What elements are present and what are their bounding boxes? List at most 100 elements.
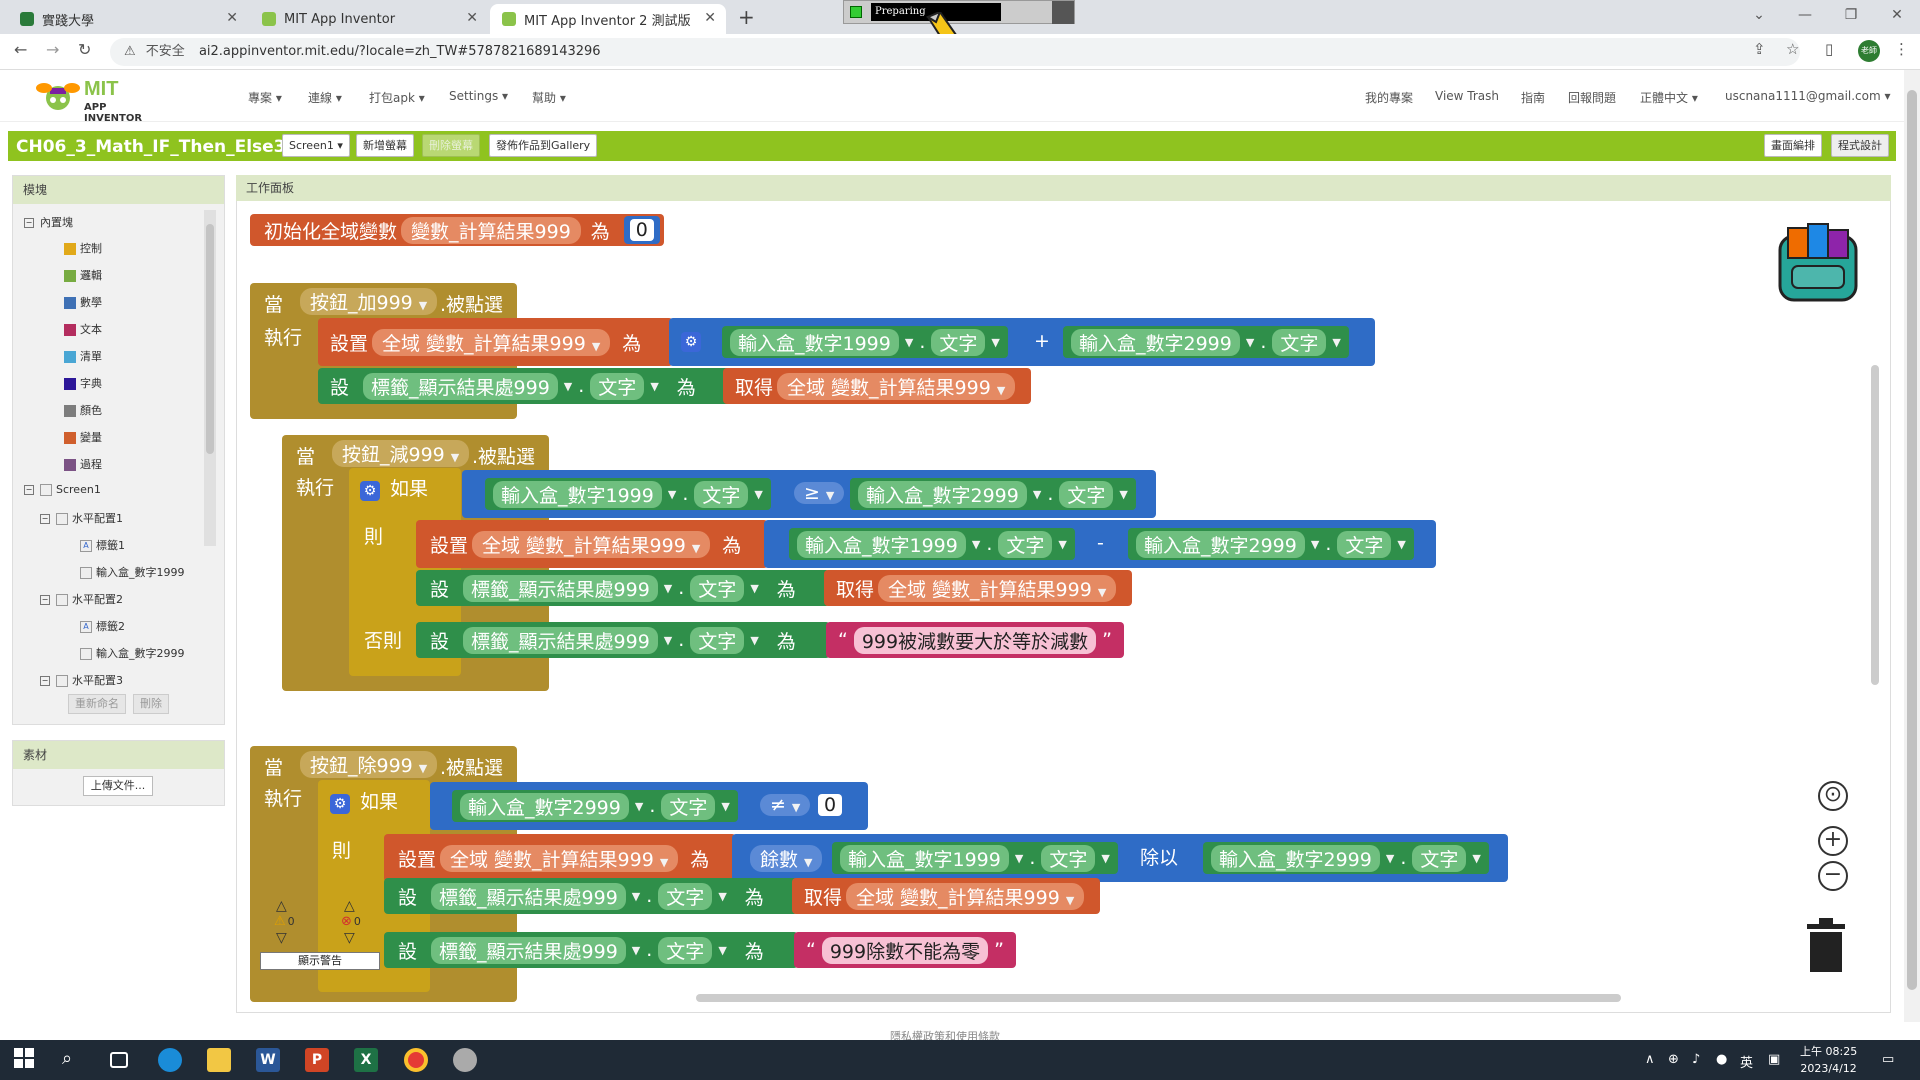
- button-add-dropdown[interactable]: 按鈕_加999 ▼: [296, 288, 441, 315]
- menu-report-issue[interactable]: 回報問題: [1568, 89, 1616, 106]
- share-icon[interactable]: ⇪: [1753, 40, 1766, 58]
- workspace-vertical-scrollbar[interactable]: [1871, 365, 1879, 685]
- tree-screen1[interactable]: − Screen1: [24, 483, 101, 496]
- menu-account[interactable]: uscnana1111@gmail.com ▾: [1725, 89, 1891, 103]
- blocks-button[interactable]: 程式設計: [1831, 134, 1889, 157]
- menu-guide[interactable]: 指南: [1521, 89, 1545, 106]
- microphone-icon[interactable]: ●: [1716, 1052, 1727, 1067]
- textbox2-text-getter[interactable]: 輸入盒_數字2999 ▼. 文字 ▼: [1063, 326, 1349, 358]
- tree-item[interactable]: A 標籤2: [80, 618, 125, 634]
- set-label-text-block[interactable]: 設 標籤_顯示結果處999 ▼. 文字 ▼ 為: [318, 368, 734, 404]
- close-tab-icon[interactable]: ✕: [704, 10, 716, 26]
- close-window-button[interactable]: ✕: [1874, 0, 1920, 30]
- word-icon[interactable]: W: [256, 1048, 280, 1072]
- upload-file-button[interactable]: 上傳文件...: [83, 776, 153, 796]
- remove-screen-button[interactable]: 刪除螢幕: [422, 134, 480, 157]
- set-global-add-block[interactable]: 設置 全域 變數_計算結果999 ▼ 為: [318, 318, 673, 366]
- tab-search-icon[interactable]: ⌄: [1736, 0, 1782, 30]
- tab-shih-chien[interactable]: 實踐大學 ✕: [8, 4, 248, 34]
- excel-icon[interactable]: X: [354, 1048, 378, 1072]
- tab-mit-app-inventor-2[interactable]: MIT App Inventor 2 測試版 ✕: [490, 4, 726, 34]
- tree-item[interactable]: − 水平配置3: [40, 672, 123, 688]
- menu-view-trash[interactable]: View Trash: [1435, 89, 1499, 103]
- tray-chevron-icon[interactable]: ∧: [1645, 1052, 1655, 1067]
- menu-project[interactable]: 專案 ▾: [248, 89, 282, 106]
- zoom-in-icon[interactable]: +: [1818, 826, 1848, 856]
- number-block[interactable]: 0: [623, 216, 660, 244]
- menu-build[interactable]: 打包apk ▾: [369, 89, 425, 106]
- text-string-block[interactable]: “999除數不能為零”: [794, 932, 1016, 968]
- category-procedures[interactable]: 過程: [64, 456, 102, 472]
- profile-avatar[interactable]: 老師: [1858, 40, 1880, 62]
- category-math[interactable]: 數學: [64, 294, 102, 310]
- mutator-gear-icon[interactable]: ⚙: [681, 332, 701, 352]
- global-var-dropdown[interactable]: 全域 變數_計算結果999 ▼: [372, 328, 611, 356]
- blocks-panel-scrollbar[interactable]: [204, 210, 216, 546]
- category-text[interactable]: 文本: [64, 321, 102, 337]
- task-view-icon[interactable]: [110, 1052, 128, 1068]
- page-scrollbar[interactable]: [1904, 70, 1920, 1022]
- category-lists[interactable]: 清單: [64, 348, 102, 364]
- textbox1-text-getter[interactable]: 輸入盒_數字1999 ▼. 文字 ▼: [722, 326, 1008, 358]
- screen-select[interactable]: Screen1 ▾: [282, 134, 350, 157]
- button-div-dropdown[interactable]: 按鈕_除999 ▼: [296, 751, 441, 778]
- textbox1-text-getter[interactable]: 輸入盒_數字1999 ▼. 文字 ▼: [832, 842, 1118, 874]
- textbox2-text-getter[interactable]: 輸入盒_數字2999 ▼. 文字 ▼: [850, 478, 1136, 510]
- edge-browser-icon[interactable]: [158, 1048, 182, 1072]
- global-var-dropdown[interactable]: 全域 變數_計算結果999 ▼: [777, 372, 1016, 400]
- menu-my-projects[interactable]: 我的專案: [1365, 89, 1413, 106]
- gte-operator-dropdown[interactable]: ≥ ▼: [790, 482, 848, 504]
- get-global-block[interactable]: 取得 全域 變數_計算結果999 ▼: [824, 570, 1133, 606]
- add-screen-button[interactable]: 新增螢幕: [356, 134, 414, 157]
- rename-button[interactable]: 重新命名: [68, 694, 126, 714]
- set-label-text-block[interactable]: 設 標籤_顯示結果處999 ▼. 文字 ▼ 為: [384, 932, 798, 968]
- bookmark-star-icon[interactable]: ☆: [1786, 40, 1799, 58]
- reload-icon[interactable]: ↻: [78, 40, 91, 59]
- button-sub-dropdown[interactable]: 按鈕_減999 ▼: [328, 440, 473, 467]
- restore-button[interactable]: ❐: [1828, 0, 1874, 30]
- tab-mit-app-inventor[interactable]: MIT App Inventor ✕: [250, 4, 488, 34]
- volume-icon[interactable]: ♪: [1692, 1052, 1700, 1067]
- warning-nav-up-icon[interactable]: △: [276, 898, 287, 914]
- notifications-icon[interactable]: ▭: [1882, 1052, 1894, 1067]
- category-control[interactable]: 控制: [64, 240, 102, 256]
- mutator-gear-icon[interactable]: ⚙: [360, 481, 380, 501]
- error-nav-down-icon[interactable]: ▽: [344, 930, 355, 946]
- browser-menu-icon[interactable]: ⋮: [1894, 40, 1909, 58]
- app-inventor-logo[interactable]: MIT APP INVENTOR: [36, 76, 166, 124]
- mutator-gear-icon[interactable]: ⚙: [330, 794, 350, 814]
- category-dictionary[interactable]: 字典: [64, 375, 102, 391]
- category-logic[interactable]: 邏輯: [64, 267, 102, 283]
- global-var-dropdown[interactable]: 全域 變數_計算結果999 ▼: [472, 530, 711, 558]
- error-nav-up-icon[interactable]: △: [344, 898, 355, 914]
- search-icon[interactable]: ⌕: [62, 1048, 86, 1072]
- textbox1-text-getter[interactable]: 輸入盒_數字1999 ▼. 文字 ▼: [485, 478, 771, 510]
- text-string-block[interactable]: “999被減數要大於等於減數”: [826, 622, 1124, 658]
- center-workspace-icon[interactable]: ⊙: [1818, 781, 1848, 811]
- global-var-dropdown[interactable]: 全域 變數_計算結果999 ▼: [440, 844, 679, 872]
- designer-button[interactable]: 畫面編排: [1764, 134, 1822, 157]
- minimize-button[interactable]: —: [1782, 0, 1828, 30]
- set-global-div-block[interactable]: 設置 全域 變數_計算結果999 ▼ 為: [384, 834, 736, 882]
- ime-indicator[interactable]: 英: [1740, 1052, 1753, 1071]
- recorder-app-icon[interactable]: [453, 1048, 477, 1072]
- menu-connect[interactable]: 連線 ▾: [308, 89, 342, 106]
- forward-arrow-icon[interactable]: →: [46, 40, 59, 59]
- sidebar-icon[interactable]: ▯: [1825, 40, 1833, 58]
- menu-language[interactable]: 正體中文 ▾: [1640, 89, 1698, 106]
- zoom-out-icon[interactable]: −: [1818, 861, 1848, 891]
- publish-gallery-button[interactable]: 發佈作品到Gallery: [489, 134, 598, 157]
- zero-number-block[interactable]: 0: [818, 794, 843, 816]
- get-global-block[interactable]: 取得 全域 變數_計算結果999 ▼: [792, 878, 1101, 914]
- tree-item[interactable]: 輸入盒_數字2999: [80, 645, 185, 661]
- tree-item[interactable]: − 水平配置2: [40, 591, 123, 607]
- textbox2-text-getter[interactable]: 輸入盒_數字2999 ▼. 文字 ▼: [1128, 528, 1414, 560]
- neq-operator-dropdown[interactable]: ≠ ▼: [756, 794, 814, 816]
- textbox2-text-getter[interactable]: 輸入盒_數字2999 ▼. 文字 ▼: [1203, 842, 1489, 874]
- start-windows-icon[interactable]: [14, 1048, 38, 1072]
- set-label-text-block[interactable]: 設 標籤_顯示結果處999 ▼. 文字 ▼ 為: [416, 622, 830, 658]
- file-explorer-icon[interactable]: [207, 1048, 231, 1072]
- ime-mode-icon[interactable]: ▣: [1768, 1052, 1780, 1067]
- category-colors[interactable]: 顏色: [64, 402, 102, 418]
- menu-help[interactable]: 幫助 ▾: [532, 89, 566, 106]
